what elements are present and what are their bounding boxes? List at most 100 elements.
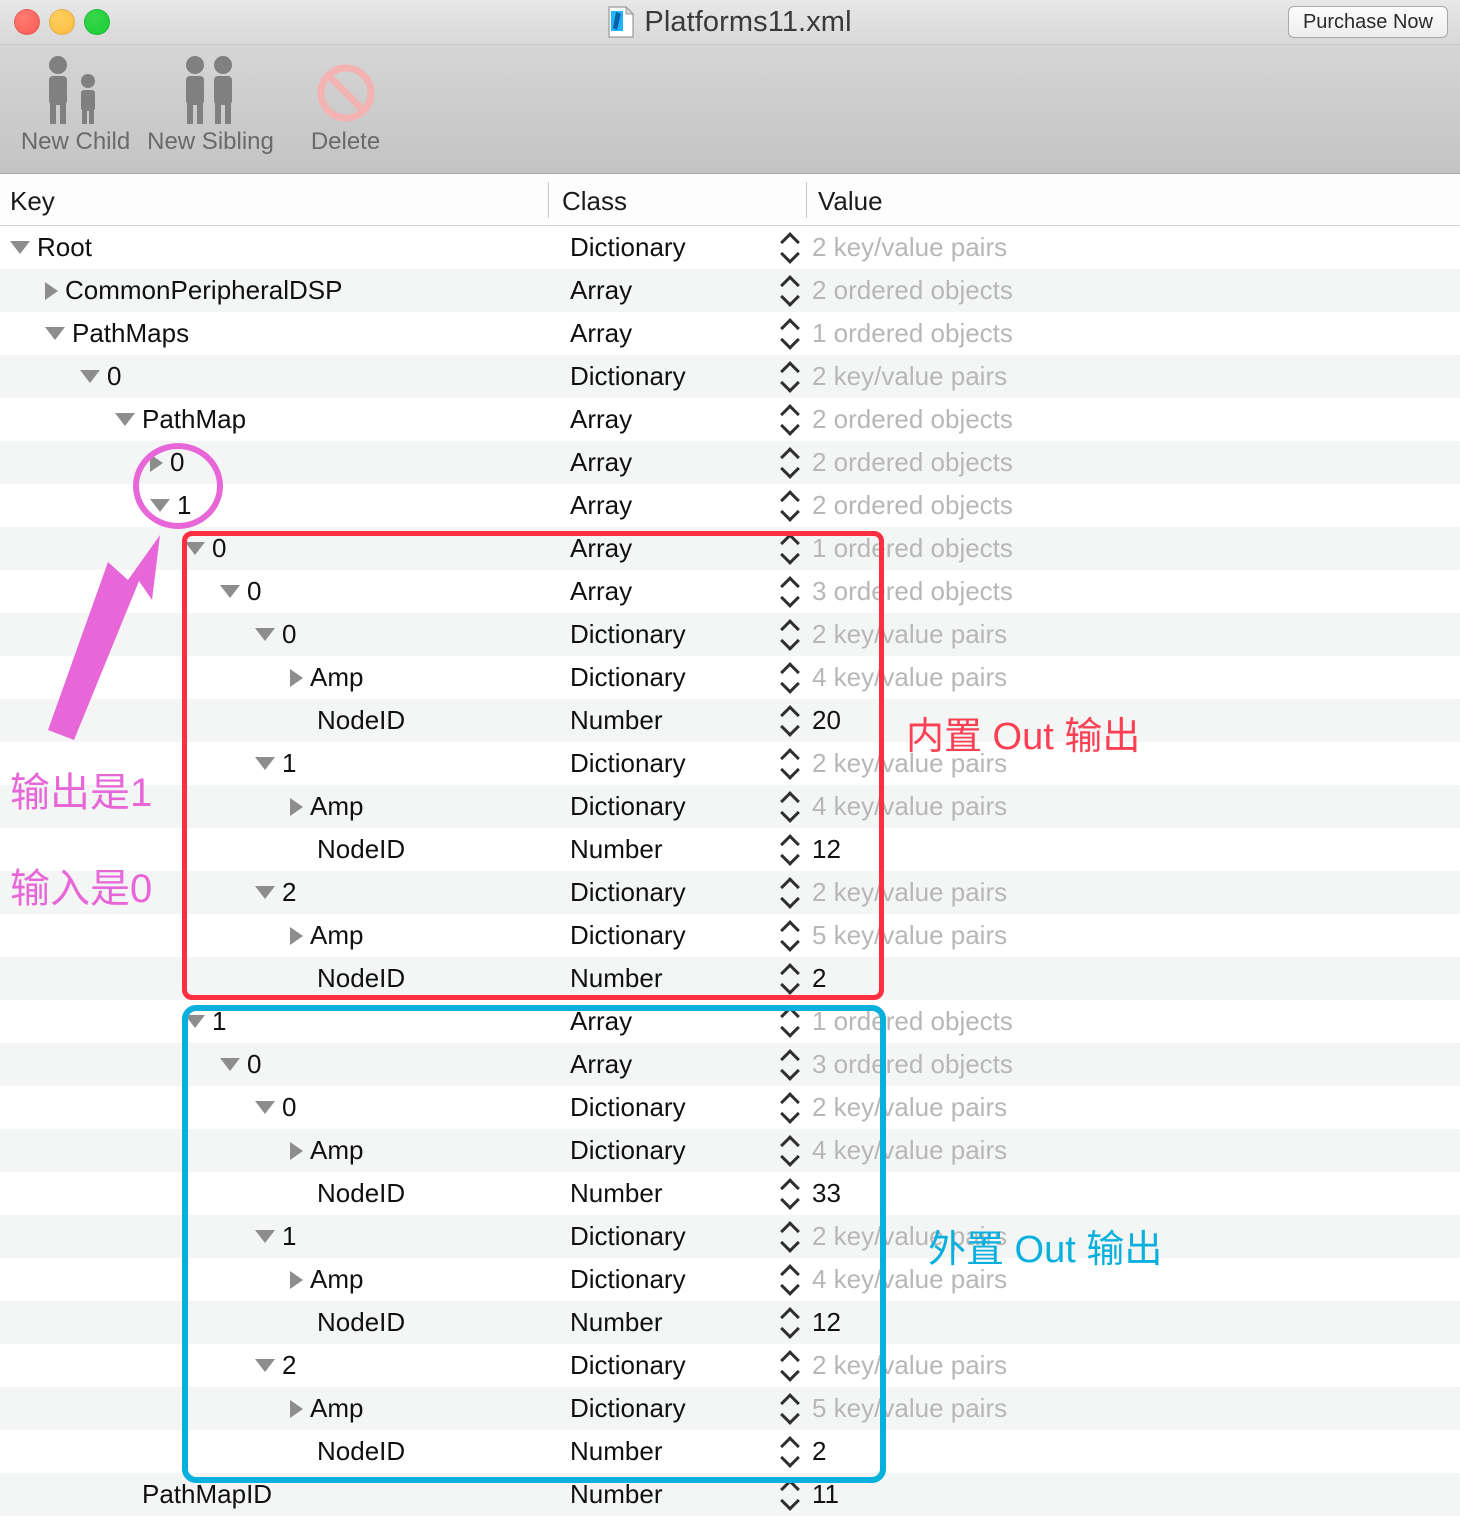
value-stepper-icon[interactable] [780,578,798,606]
row-key-cell[interactable]: Amp [290,785,363,828]
row-value-cell[interactable]: 5 key/value pairs [780,1387,1007,1430]
row-class-cell[interactable]: Dictionary [570,1258,686,1301]
table-row[interactable]: PathMapID Number 11 [0,1473,1460,1516]
value-stepper-icon[interactable] [780,1223,798,1251]
row-key-cell[interactable]: PathMapID [115,1473,272,1516]
row-class-cell[interactable]: Array [570,269,632,312]
row-class-cell[interactable]: Dictionary [570,226,686,269]
value-stepper-icon[interactable] [780,320,798,348]
value-stepper-icon[interactable] [780,1438,798,1466]
row-key-cell[interactable]: 0 [220,570,261,613]
table-row[interactable]: NodeID Number 2 [0,1430,1460,1473]
row-key-cell[interactable]: Amp [290,656,363,699]
row-key-cell[interactable]: Root [10,226,92,269]
disclosure-triangle-closed-icon[interactable] [290,1399,303,1418]
table-row[interactable]: NodeID Number 20 [0,699,1460,742]
new-child-button[interactable]: New Child [8,45,143,163]
disclosure-triangle-closed-icon[interactable] [290,926,303,945]
disclosure-triangle-closed-icon[interactable] [290,668,303,687]
row-value-cell[interactable]: 2 key/value pairs [780,355,1007,398]
value-stepper-icon[interactable] [780,1180,798,1208]
row-value-cell[interactable]: 2 key/value pairs [780,613,1007,656]
row-key-cell[interactable]: Amp [290,1129,363,1172]
disclosure-triangle-open-icon[interactable] [185,542,205,555]
row-class-cell[interactable]: Number [570,1301,662,1344]
purchase-now-button[interactable]: Purchase Now [1287,6,1448,38]
row-key-cell[interactable]: 1 [150,484,191,527]
row-class-cell[interactable]: Dictionary [570,613,686,656]
row-class-cell[interactable]: Dictionary [570,1086,686,1129]
row-class-cell[interactable]: Array [570,441,632,484]
row-key-cell[interactable]: Amp [290,1258,363,1301]
row-key-cell[interactable]: 2 [255,871,296,914]
row-value-cell[interactable]: 2 ordered objects [780,441,1013,484]
delete-button[interactable]: Delete [278,45,413,163]
row-class-cell[interactable]: Number [570,1430,662,1473]
value-stepper-icon[interactable] [780,363,798,391]
value-stepper-icon[interactable] [780,277,798,305]
table-row[interactable]: PathMap Array 2 ordered objects [0,398,1460,441]
table-row[interactable]: 1 Array 2 ordered objects [0,484,1460,527]
value-stepper-icon[interactable] [780,707,798,735]
row-key-cell[interactable]: PathMaps [45,312,189,355]
value-stepper-icon[interactable] [780,535,798,563]
disclosure-triangle-closed-icon[interactable] [290,797,303,816]
row-key-cell[interactable]: 1 [255,1215,296,1258]
table-row[interactable]: Amp Dictionary 4 key/value pairs [0,1129,1460,1172]
value-stepper-icon[interactable] [780,836,798,864]
row-key-cell[interactable]: 0 [150,441,184,484]
disclosure-triangle-open-icon[interactable] [115,413,135,426]
row-class-cell[interactable]: Dictionary [570,1344,686,1387]
disclosure-triangle-open-icon[interactable] [185,1015,205,1028]
disclosure-triangle-open-icon[interactable] [255,1101,275,1114]
row-key-cell[interactable]: 0 [255,1086,296,1129]
row-class-cell[interactable]: Dictionary [570,785,686,828]
plist-tree-table[interactable]: Root Dictionary 2 key/value pairs CommonPer… [0,226,1460,1516]
table-row[interactable]: PathMaps Array 1 ordered objects [0,312,1460,355]
value-stepper-icon[interactable] [780,449,798,477]
column-header-class[interactable]: Class [562,186,627,217]
disclosure-triangle-open-icon[interactable] [10,241,30,254]
column-divider-2[interactable] [806,182,807,218]
row-value-cell[interactable]: 3 ordered objects [780,570,1013,613]
value-stepper-icon[interactable] [780,1008,798,1036]
row-value-cell[interactable]: 2 key/value pairs [780,871,1007,914]
value-stepper-icon[interactable] [780,492,798,520]
row-class-cell[interactable]: Array [570,1000,632,1043]
row-class-cell[interactable]: Number [570,828,662,871]
disclosure-triangle-closed-icon[interactable] [150,453,163,472]
table-row[interactable]: CommonPeripheralDSP Array 2 ordered object… [0,269,1460,312]
value-stepper-icon[interactable] [780,1352,798,1380]
row-value-cell[interactable]: 2 ordered objects [780,484,1013,527]
row-class-cell[interactable]: Array [570,527,632,570]
row-value-cell[interactable]: 5 key/value pairs [780,914,1007,957]
disclosure-triangle-open-icon[interactable] [255,757,275,770]
row-class-cell[interactable]: Dictionary [570,871,686,914]
row-value-cell[interactable]: 12 [780,1301,841,1344]
table-row[interactable]: 0 Array 3 ordered objects [0,1043,1460,1086]
value-stepper-icon[interactable] [780,1481,798,1509]
table-row[interactable]: Amp Dictionary 4 key/value pairs [0,785,1460,828]
row-value-cell[interactable]: 3 ordered objects [780,1043,1013,1086]
disclosure-triangle-open-icon[interactable] [255,886,275,899]
value-stepper-icon[interactable] [780,1266,798,1294]
value-stepper-icon[interactable] [780,1051,798,1079]
disclosure-triangle-closed-icon[interactable] [45,281,58,300]
row-key-cell[interactable]: NodeID [290,1172,405,1215]
value-stepper-icon[interactable] [780,965,798,993]
table-row[interactable]: 1 Dictionary 2 key/value pairs [0,1215,1460,1258]
row-key-cell[interactable]: NodeID [290,1430,405,1473]
row-class-cell[interactable]: Array [570,398,632,441]
disclosure-triangle-closed-icon[interactable] [290,1141,303,1160]
table-row[interactable]: NodeID Number 2 [0,957,1460,1000]
row-value-cell[interactable]: 33 [780,1172,841,1215]
row-value-cell[interactable]: 2 [780,1430,826,1473]
table-row[interactable]: 2 Dictionary 2 key/value pairs [0,1344,1460,1387]
value-stepper-icon[interactable] [780,1309,798,1337]
value-stepper-icon[interactable] [780,406,798,434]
row-key-cell[interactable]: CommonPeripheralDSP [45,269,342,312]
row-class-cell[interactable]: Dictionary [570,656,686,699]
row-class-cell[interactable]: Number [570,957,662,1000]
row-class-cell[interactable]: Array [570,1043,632,1086]
value-stepper-icon[interactable] [780,1395,798,1423]
